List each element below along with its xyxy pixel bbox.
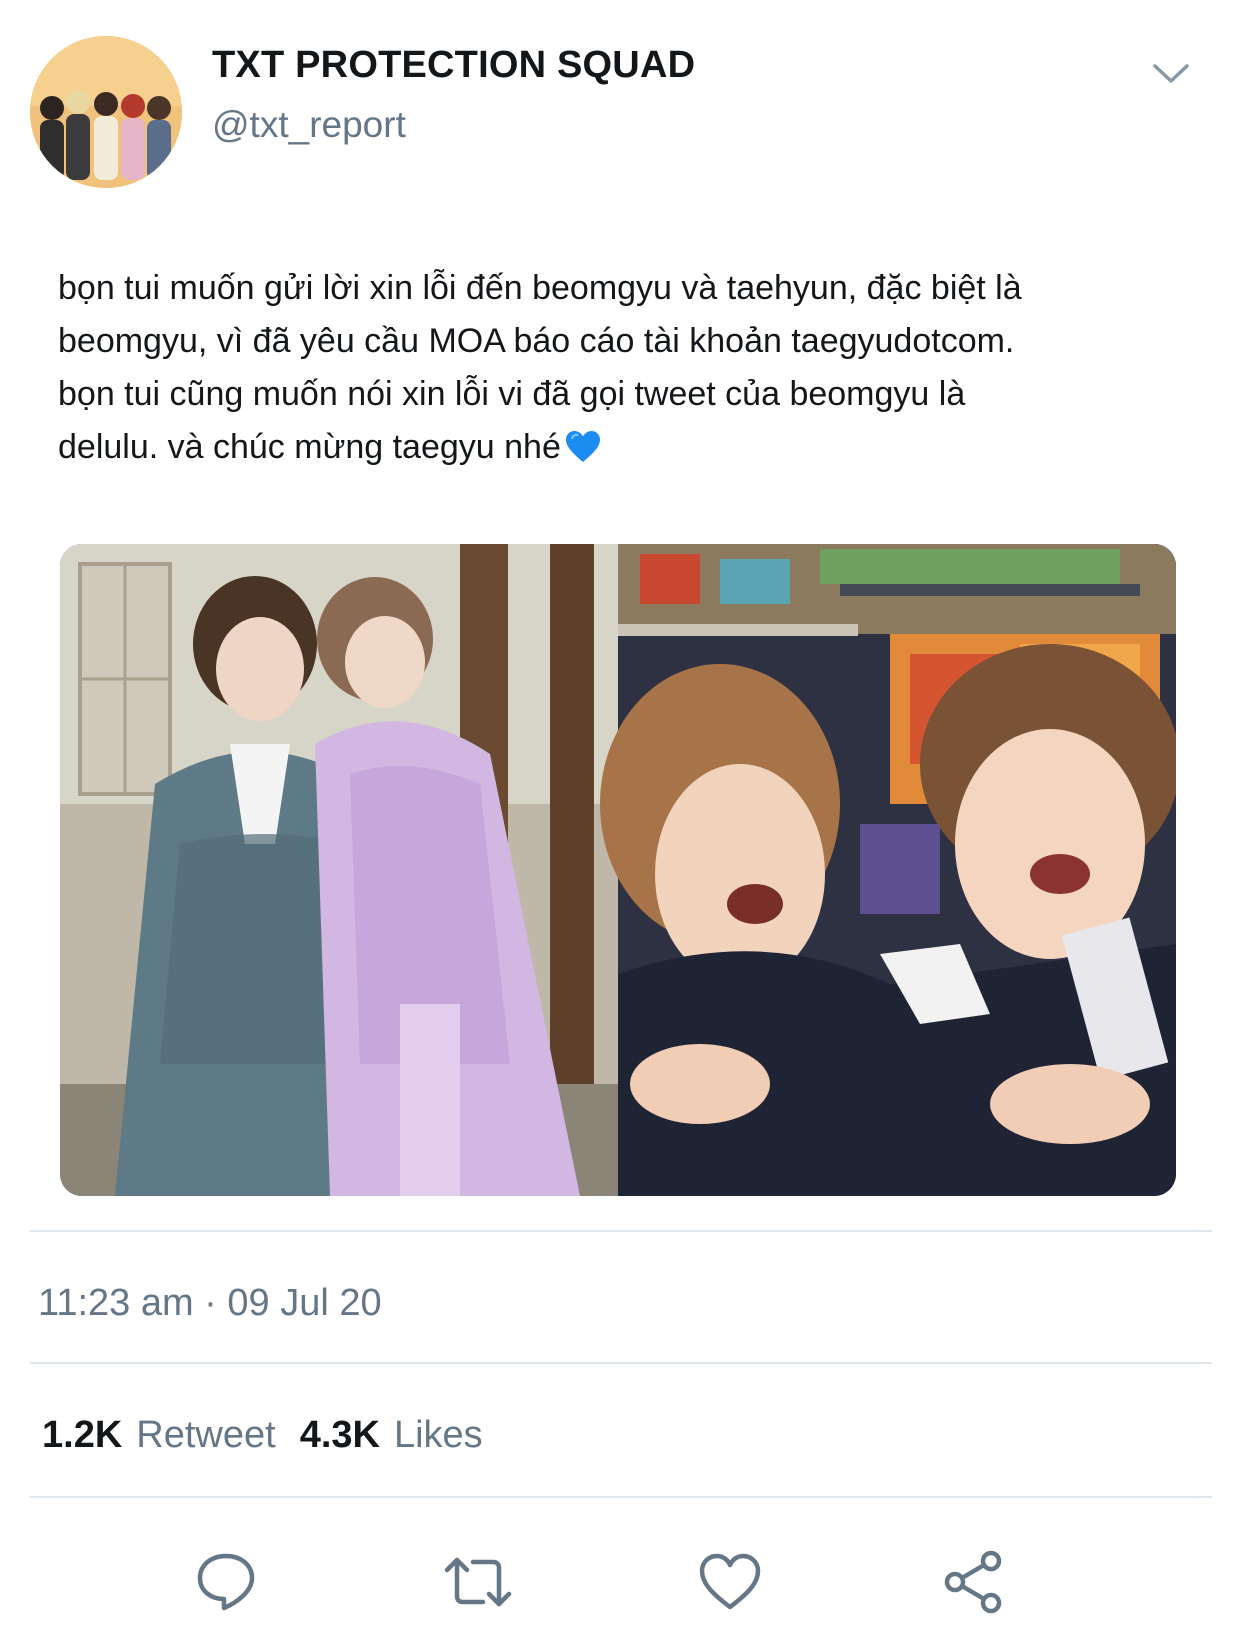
tweet-stats: 1.2K Retweet 4.3K Likes	[42, 1414, 483, 1457]
divider-top	[30, 1230, 1212, 1232]
likes-label: Likes	[393, 1414, 483, 1456]
retweets-count: 1.2K	[42, 1414, 123, 1456]
tweet-timestamp[interactable]: 11:23 am · 09 Jul 20	[38, 1282, 382, 1325]
heart-icon	[699, 1553, 761, 1610]
likes-count: 4.3K	[299, 1414, 380, 1456]
retweet-button[interactable]	[438, 1542, 518, 1622]
reply-button[interactable]	[186, 1542, 266, 1622]
retweets-label: Retweet	[136, 1414, 276, 1456]
like-button[interactable]	[690, 1542, 770, 1622]
tweet-text: bọn tui muốn gửi lời xin lỗi đến beomgyu…	[58, 262, 1198, 480]
reply-icon	[197, 1553, 255, 1611]
blue-heart-emoji	[565, 427, 601, 480]
chevron-down-icon	[1153, 64, 1189, 83]
retweets-stat[interactable]: 1.2K Retweet	[42, 1414, 276, 1457]
retweet-icon	[444, 1557, 512, 1607]
share-button[interactable]	[934, 1542, 1014, 1622]
account-handle[interactable]: @txt_report	[212, 104, 406, 146]
avatar[interactable]	[30, 36, 182, 188]
photo-collage	[60, 544, 1176, 1196]
more-options-button[interactable]	[1146, 54, 1196, 94]
likes-stat[interactable]: 4.3K Likes	[300, 1414, 483, 1457]
right-photo	[600, 544, 1176, 1196]
divider-bottom	[30, 1496, 1212, 1498]
left-photo	[60, 544, 618, 1196]
display-name[interactable]: TXT PROTECTION SQUAD	[212, 44, 695, 87]
tweet-media[interactable]	[60, 544, 1176, 1196]
divider-middle	[30, 1362, 1212, 1364]
tweet-body: bọn tui muốn gửi lời xin lỗi đến beomgyu…	[58, 269, 1022, 466]
avatar-image	[30, 36, 182, 188]
share-icon	[944, 1550, 1002, 1614]
